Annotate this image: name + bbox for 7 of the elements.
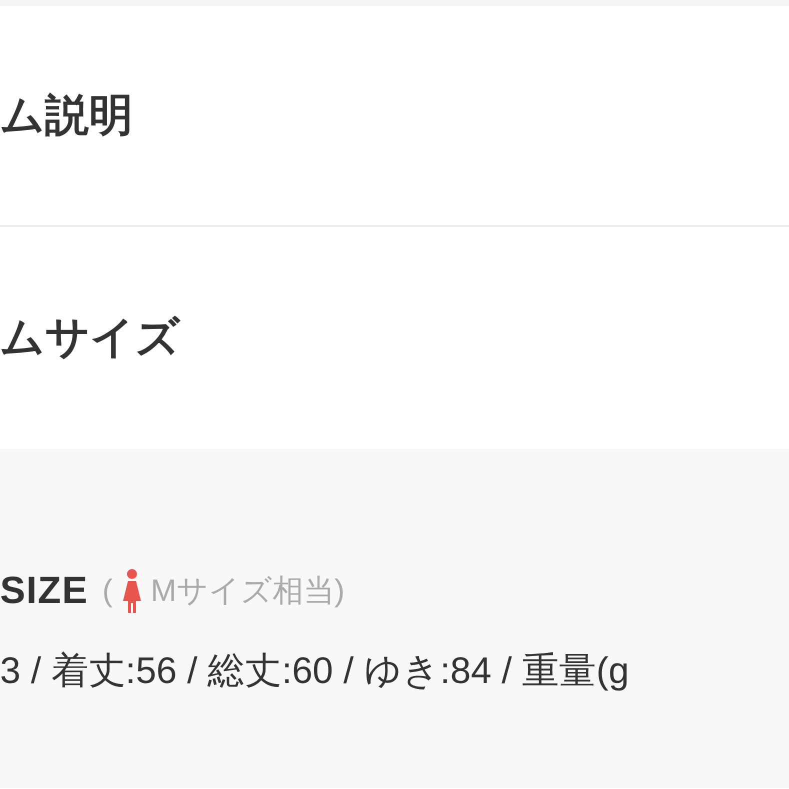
size-label: SIZE (0, 568, 88, 614)
woman-icon (120, 568, 143, 614)
section-title: ムサイズ (0, 312, 180, 364)
note-paren: ( (102, 572, 113, 610)
section-title: ム説明 (0, 90, 133, 142)
size-note: Mサイズ相当) (150, 572, 345, 610)
measurements-text: 3 / 着丈:56 / 総丈:60 / ゆき:84 / 重量(g (0, 649, 630, 693)
